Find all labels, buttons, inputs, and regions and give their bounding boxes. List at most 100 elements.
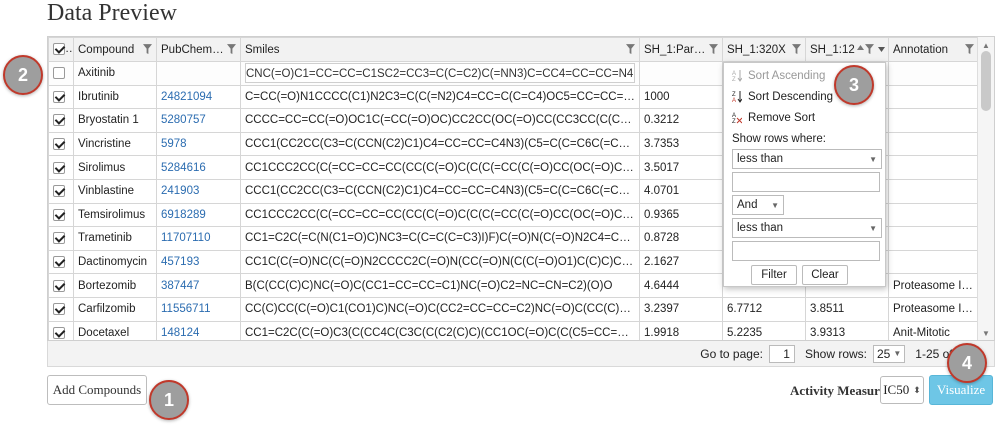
col-header-smiles[interactable]: Smiles (240, 37, 640, 62)
row-checkbox[interactable] (53, 279, 65, 292)
row-checkbox-cell[interactable] (48, 61, 74, 86)
pubchem-id-link-text[interactable]: 241903 (161, 185, 199, 197)
smiles-cell: CC1CCC2CC(C(=CC=CC=CC(CC(C(=O)C(C(C(=CC(… (240, 155, 640, 180)
col-header-sh1-parent[interactable]: SH_1:Parenta (639, 37, 723, 62)
row-checkbox[interactable] (53, 326, 65, 339)
filter-icon[interactable] (865, 44, 874, 55)
annotation-cell (888, 202, 979, 228)
pubchem-id-link[interactable]: 5280757 (156, 108, 241, 133)
row-checkbox[interactable] (53, 138, 65, 151)
filter-icon[interactable] (709, 44, 718, 55)
sort-descending-item[interactable]: ZA Sort Descending (732, 90, 833, 104)
pubchem-id-link[interactable]: 241903 (156, 178, 241, 204)
row-checkbox-cell[interactable] (48, 84, 74, 110)
filter-icon[interactable] (227, 44, 236, 55)
select-all-checkbox[interactable] (53, 43, 65, 56)
activity-measure-select[interactable]: IC50 ⬍ (880, 376, 924, 404)
add-compounds-button[interactable]: Add Compounds (47, 375, 147, 405)
and-or-select[interactable]: And ▼ (732, 195, 784, 215)
pubchem-id-link-text[interactable]: 387447 (161, 280, 199, 292)
smiles-cell[interactable]: CNC(=O)C1=CC=CC=C1SC2=CC3=C(C=C2)C(=NN3)… (240, 61, 640, 86)
row-checkbox[interactable] (53, 67, 65, 80)
row-checkbox[interactable] (53, 232, 65, 245)
col-header-pubchem[interactable]: PubChem ID (156, 37, 241, 62)
condition-1-select[interactable]: less than ▼ (732, 149, 882, 169)
filter-icon[interactable] (965, 44, 974, 55)
row-checkbox-cell[interactable] (48, 131, 74, 157)
row-checkbox-cell[interactable] (48, 178, 74, 204)
row-checkbox-cell[interactable] (48, 202, 74, 228)
remove-sort-icon: AZ (732, 113, 742, 124)
pubchem-id-link-text[interactable]: 5280757 (161, 114, 206, 126)
col-header-sh1-320x[interactable]: SH_1:320X (722, 37, 806, 62)
pubchem-id-link-text[interactable]: 11707110 (161, 232, 210, 244)
col-header-annotation[interactable]: Annotation (888, 37, 979, 62)
condition-2-input[interactable] (732, 241, 880, 261)
pubchem-id-link[interactable]: 24821094 (156, 84, 241, 110)
row-checkbox[interactable] (53, 185, 65, 198)
row-checkbox-cell[interactable] (48, 226, 74, 251)
condition-1-input[interactable] (732, 172, 880, 192)
row-checkbox-cell[interactable] (48, 155, 74, 180)
col-header-compound[interactable]: Compound (73, 37, 157, 62)
row-checkbox-cell[interactable] (48, 273, 74, 298)
pubchem-id-link[interactable]: 148124 (156, 320, 241, 340)
annotation-cell (888, 131, 979, 157)
annotation-cell-text: Proteasome In… (893, 303, 979, 316)
pubchem-id-link[interactable]: 5978 (156, 131, 241, 157)
filter-icon[interactable] (626, 44, 635, 55)
pubchem-id-link[interactable]: 6918289 (156, 202, 241, 228)
row-checkbox[interactable] (53, 90, 65, 103)
pubchem-id-link[interactable]: 5284616 (156, 155, 241, 180)
pubchem-id-link-text[interactable]: 5978 (161, 138, 187, 150)
col-header-sh1-12[interactable]: SH_1:12 (805, 37, 889, 62)
show-rows-select[interactable]: 25 ▼ (873, 345, 906, 363)
pubchem-id-link-text[interactable]: 11556711 (161, 303, 210, 315)
row-checkbox-cell[interactable] (48, 320, 74, 340)
table-row[interactable]: Carfilzomib 11556711 CC(C)CC(C(=O)C1(CO1)C… (48, 296, 979, 322)
smiles-cell-text: CNC(=O)C1=CC=CC=C1SC2=CC3=C(C=C2)C(=NN3)… (245, 63, 635, 84)
chevron-down-icon: ▼ (869, 223, 877, 233)
condition-2-select[interactable]: less than ▼ (732, 218, 882, 238)
scroll-up-icon[interactable]: ▲ (982, 41, 990, 50)
pubchem-id-link-text[interactable]: 24821094 (161, 91, 212, 103)
remove-sort-item[interactable]: AZ Remove Sort (732, 111, 815, 125)
row-checkbox[interactable] (53, 256, 65, 269)
row-checkbox[interactable] (53, 303, 65, 316)
row-checkbox-cell[interactable] (48, 296, 74, 322)
smiles-cell-text: CC1=C2C(C(=O)C3(C(CC4C(C3C(C(C2(C)C)(CC1… (245, 326, 640, 339)
pubchem-id-link-text[interactable]: 6918289 (161, 209, 206, 221)
scroll-thumb[interactable] (981, 51, 991, 111)
clear-button[interactable]: Clear (802, 265, 848, 285)
show-rows-where-label: Show rows where: (732, 133, 826, 145)
table-row[interactable]: Docetaxel 148124 CC1=C2C(C(=O)C3(C(CC4C(C3… (48, 320, 979, 340)
sort-ascending-item[interactable]: AZ Sort Ascending (732, 69, 825, 83)
filter-icon[interactable] (143, 44, 152, 55)
row-checkbox[interactable] (53, 208, 65, 221)
row-checkbox-cell[interactable] (48, 249, 74, 275)
filter-button[interactable]: Filter (751, 265, 797, 285)
pubchem-id-link[interactable]: 457193 (156, 249, 241, 275)
pubchem-id-link[interactable]: 387447 (156, 273, 241, 298)
filter-icon[interactable] (792, 44, 801, 55)
pubchem-id-link[interactable]: 11556711 (156, 296, 241, 322)
pubchem-id-link-text[interactable]: 5284616 (161, 162, 206, 174)
pubchem-id-link-text[interactable]: 148124 (161, 327, 199, 339)
goto-page-input[interactable]: 1 (768, 345, 795, 363)
compound-cell-text: Dactinomycin (78, 256, 148, 269)
vertical-scrollbar[interactable]: ▲ ▼ (977, 37, 994, 340)
sh1-parent-cell: 0.9365 (639, 202, 723, 228)
activity-measure-label: Activity Measure (790, 383, 886, 398)
row-checkbox[interactable] (53, 114, 65, 127)
chevron-down-icon[interactable] (878, 47, 885, 52)
row-checkbox-cell[interactable] (48, 108, 74, 133)
pubchem-id-link[interactable] (156, 61, 241, 86)
annotation-cell-text: Proteasome In… (893, 279, 979, 292)
pubchem-id-link[interactable]: 11707110 (156, 226, 241, 251)
col-header-label: Compound (78, 43, 135, 56)
row-checkbox[interactable] (53, 161, 65, 174)
select-all-header[interactable] (48, 37, 74, 62)
compound-cell-text: Carfilzomib (78, 303, 136, 316)
pubchem-id-link-text[interactable]: 457193 (161, 256, 199, 268)
scroll-down-icon[interactable]: ▼ (982, 329, 990, 338)
